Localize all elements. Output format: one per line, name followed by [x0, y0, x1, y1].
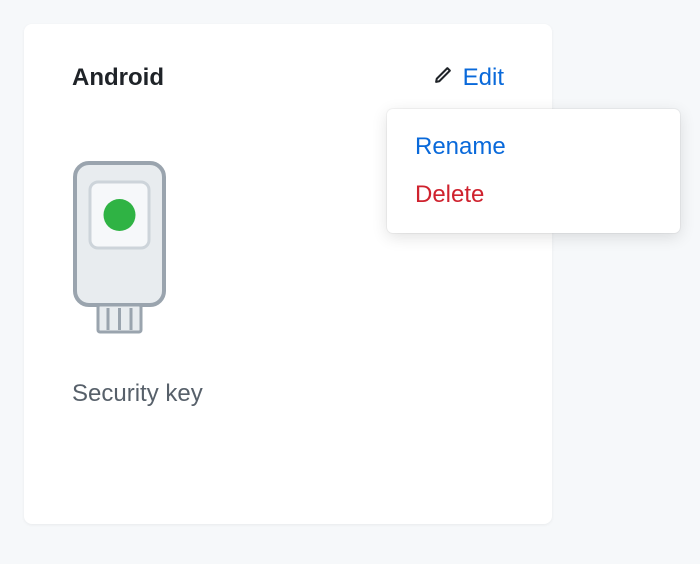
- pencil-icon: [433, 64, 453, 92]
- delete-menu-item[interactable]: Delete: [387, 171, 680, 219]
- rename-menu-item[interactable]: Rename: [387, 123, 680, 171]
- security-key-card: Android Edit Security key: [24, 24, 552, 524]
- card-subtitle: Security key: [72, 380, 504, 408]
- card-header: Android Edit: [72, 64, 504, 92]
- edit-button[interactable]: Edit: [433, 64, 504, 92]
- card-title: Android: [72, 64, 164, 92]
- edit-dropdown-menu: Rename Delete: [387, 109, 680, 233]
- edit-button-label: Edit: [463, 64, 504, 92]
